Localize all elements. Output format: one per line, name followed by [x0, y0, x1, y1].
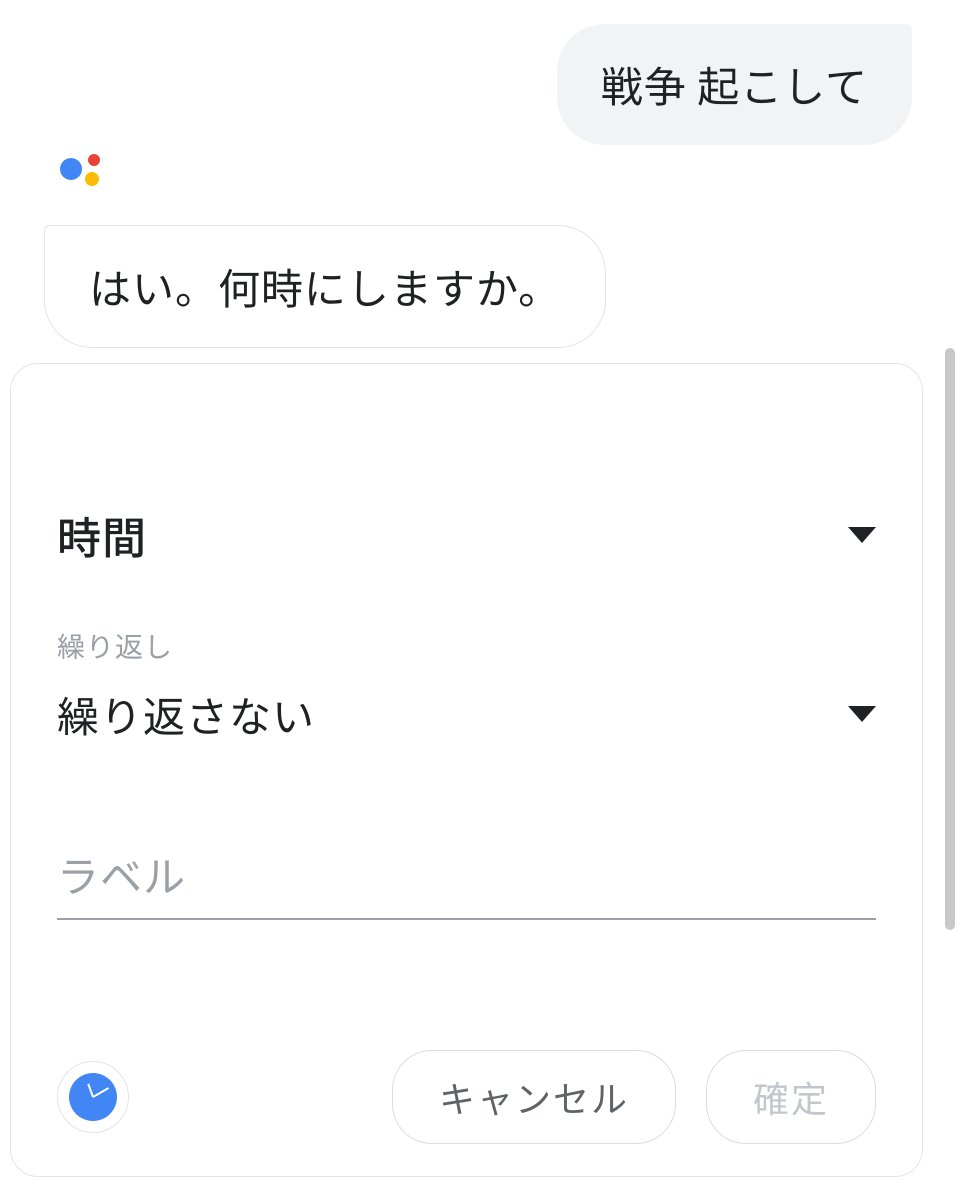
- repeat-caption: 繰り返し: [57, 626, 876, 666]
- label-input[interactable]: [57, 854, 876, 902]
- repeat-selector[interactable]: 繰り返さない: [57, 684, 876, 744]
- assistant-logo-icon: [60, 152, 110, 202]
- label-field[interactable]: [57, 854, 876, 920]
- assistant-message-bubble: はい。何時にしますか。: [44, 225, 606, 348]
- clock-icon: [69, 1073, 117, 1121]
- user-message-bubble: 戦争 起こして: [557, 24, 912, 145]
- time-selector[interactable]: 時間: [57, 500, 876, 570]
- repeat-value: 繰り返さない: [57, 684, 315, 745]
- time-label: 時間: [57, 503, 147, 567]
- scrollbar[interactable]: [945, 348, 955, 930]
- chevron-down-icon: [848, 527, 876, 543]
- confirm-button[interactable]: 確定: [706, 1050, 876, 1144]
- repeat-section: 繰り返し 繰り返さない: [57, 626, 876, 744]
- cancel-button[interactable]: キャンセル: [392, 1050, 676, 1144]
- clock-app-button[interactable]: [57, 1061, 129, 1133]
- alarm-setup-card: 時間 繰り返し 繰り返さない キャンセル 確定: [10, 363, 923, 1177]
- chevron-down-icon: [848, 706, 876, 722]
- card-footer: キャンセル 確定: [11, 1050, 922, 1144]
